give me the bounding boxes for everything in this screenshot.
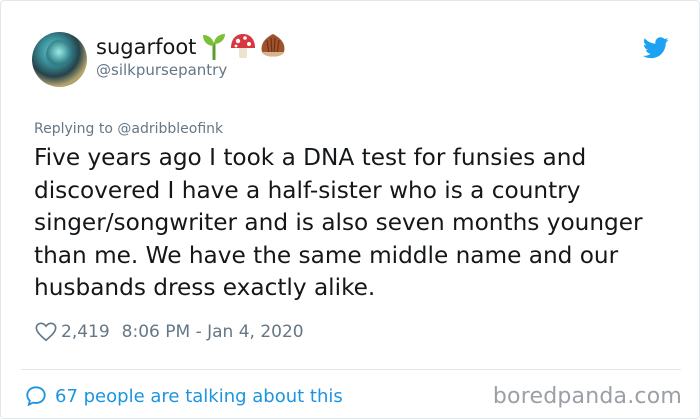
divider xyxy=(21,369,681,370)
tweet-text-line: Five years ago I took a DNA test for fun… xyxy=(34,144,587,171)
tweet-meta: 2,419 8:06 PM - Jan 4, 2020 xyxy=(35,318,304,346)
replying-to: Replying to @adribbleofink xyxy=(34,121,223,137)
tweet-text-line: singer/songwriter and is also seven mont… xyxy=(34,209,643,237)
replying-to-label: Replying to xyxy=(34,121,113,137)
tweet-text: Five years ago I took a DNA test for fun… xyxy=(34,142,684,305)
tweet-card: sugarfoot @silkpursepantry Replying to @… xyxy=(0,0,700,419)
timestamp[interactable]: 8:06 PM - Jan 4, 2020 xyxy=(122,322,304,342)
tweet-text-line: husbands dress exactly alike. xyxy=(34,274,376,302)
conversation-text[interactable]: 67 people are talking about this xyxy=(55,386,343,407)
avatar-image xyxy=(46,40,72,70)
seedling-icon xyxy=(203,34,225,60)
heart-icon[interactable] xyxy=(35,321,57,343)
conversation-link[interactable]: 67 people are talking about this xyxy=(25,382,343,410)
watermark: boredpanda.com xyxy=(492,383,682,409)
user-handle[interactable]: @silkpursepantry xyxy=(96,61,227,79)
twitter-bird-icon[interactable] xyxy=(643,37,669,59)
like-count[interactable]: 2,419 xyxy=(61,322,110,342)
replying-to-handle[interactable]: @adribbleofink xyxy=(117,121,223,137)
tweet-text-line: discovered I have a half-sister who is a… xyxy=(34,176,581,204)
tweet-text-line: than me. We have the same middle name an… xyxy=(34,241,619,269)
display-name[interactable]: sugarfoot xyxy=(96,35,196,59)
chestnut-icon xyxy=(261,34,285,57)
speech-bubble-icon xyxy=(26,386,46,407)
name-emojis xyxy=(201,31,287,61)
avatar[interactable] xyxy=(32,32,87,87)
mushroom-icon xyxy=(231,34,255,58)
